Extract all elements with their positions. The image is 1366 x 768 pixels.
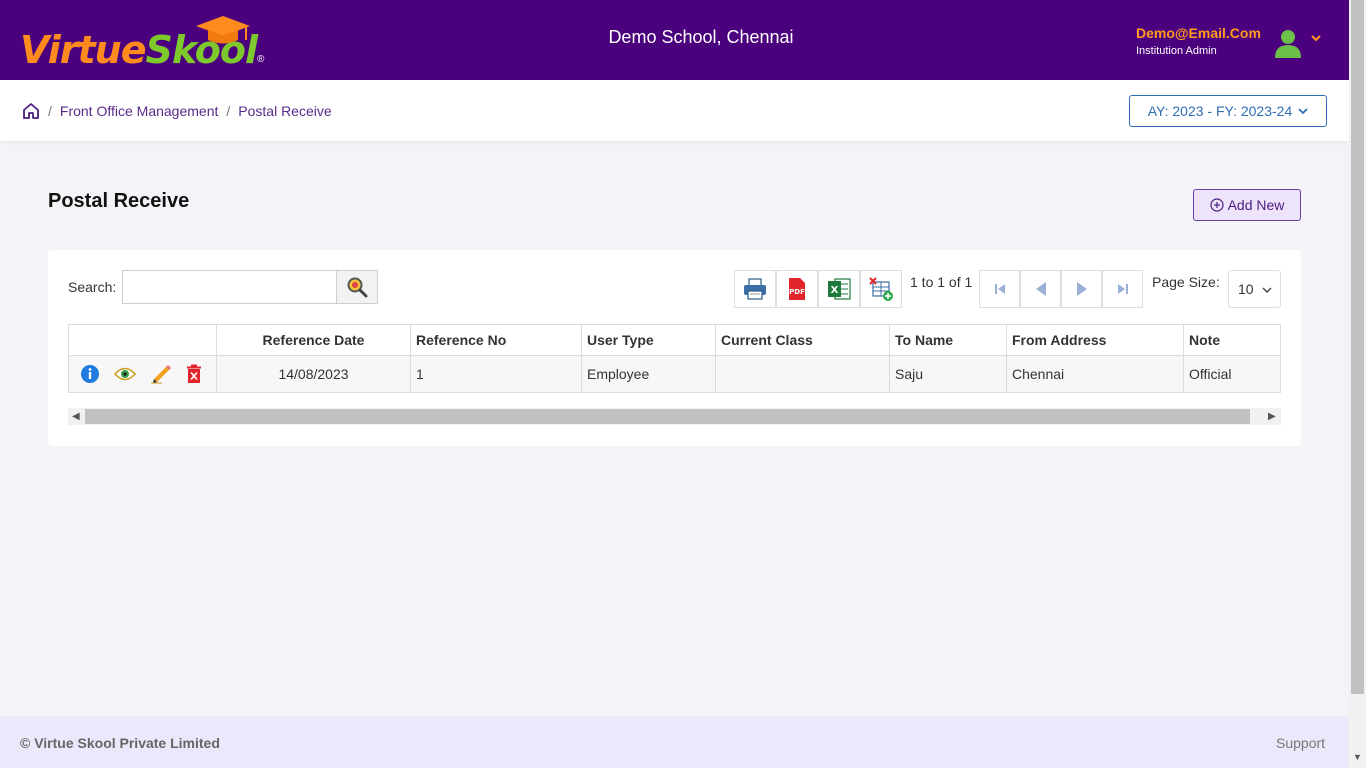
chevron-down-icon <box>1262 287 1272 293</box>
page-title: Postal Receive <box>48 190 190 212</box>
cell-to-name: Saju <box>889 355 1007 393</box>
user-role: Institution Admin <box>1136 45 1217 57</box>
last-page-icon <box>1117 284 1128 294</box>
pager-summary: 1 to 1 of 1 <box>910 274 973 290</box>
academic-year-value: AY: 2023 - FY: 2023-24 <box>1147 103 1293 119</box>
next-page-icon <box>1076 282 1087 296</box>
chevron-down-icon <box>1298 108 1308 115</box>
breadcrumb-front-office[interactable]: Front Office Management <box>60 103 218 119</box>
school-name: Demo School, Chennai <box>608 27 794 47</box>
view-icon[interactable] <box>114 366 136 382</box>
search-input[interactable] <box>122 270 337 304</box>
breadcrumb: / Front Office Management / Postal Recei… <box>48 103 332 119</box>
page-scrollbar-thumb[interactable] <box>1351 0 1364 694</box>
support-link[interactable]: Support <box>1276 735 1325 751</box>
add-new-button[interactable]: Add New <box>1193 189 1301 221</box>
row-actions-cell <box>68 355 217 393</box>
cell-note: Official <box>1183 355 1281 393</box>
breadcrumb-separator: / <box>48 103 52 119</box>
pdf-button[interactable]: PDF <box>776 270 818 308</box>
print-icon <box>744 278 766 300</box>
plus-circle-icon <box>1209 198 1224 212</box>
column-header-to-name[interactable]: To Name <box>889 324 1007 356</box>
excel-button[interactable]: X <box>818 270 860 308</box>
export-table-button[interactable] <box>860 270 902 308</box>
logo[interactable]: VirtueSkool ® <box>20 14 270 72</box>
table-header-row: Reference Date Reference No User Type Cu… <box>68 324 1281 356</box>
previous-page-button[interactable] <box>1020 270 1061 308</box>
print-button[interactable] <box>734 270 776 308</box>
add-new-label: Add New <box>1227 197 1285 213</box>
cell-from-address: Chennai <box>1006 355 1184 393</box>
user-avatar-icon[interactable] <box>1274 28 1302 58</box>
scroll-right-icon[interactable]: ▶ <box>1268 411 1276 422</box>
scrollbar-thumb[interactable] <box>85 409 1250 424</box>
column-header-from-address[interactable]: From Address <box>1006 324 1184 356</box>
first-page-button[interactable] <box>979 270 1020 308</box>
copyright-text: © Virtue Skool Private Limited <box>20 735 220 751</box>
chevron-down-icon[interactable] <box>1309 32 1323 44</box>
page-size-value: 10 <box>1238 281 1254 297</box>
search-icon <box>347 277 368 298</box>
grid-card: Search: PDF X 1 to 1 of 1 Page Size: 10 … <box>48 250 1301 446</box>
table-horizontal-scrollbar[interactable]: ◀ ▶ <box>68 408 1281 425</box>
search-label: Search: <box>68 279 117 295</box>
page-vertical-scrollbar[interactable]: ▼ <box>1349 0 1366 768</box>
cell-current-class <box>715 355 890 393</box>
next-page-button[interactable] <box>1061 270 1102 308</box>
cell-reference-no: 1 <box>410 355 582 393</box>
page-size-label: Page Size: <box>1152 274 1220 290</box>
breadcrumb-postal-receive[interactable]: Postal Receive <box>238 103 331 119</box>
user-email[interactable]: Demo@Email.Com <box>1136 25 1261 41</box>
column-header-reference-no[interactable]: Reference No <box>410 324 582 356</box>
postal-receive-table: Reference Date Reference No User Type Cu… <box>68 324 1281 393</box>
scroll-left-icon[interactable]: ◀ <box>72 411 80 422</box>
last-page-button[interactable] <box>1102 270 1143 308</box>
cell-user-type: Employee <box>581 355 716 393</box>
column-header-note[interactable]: Note <box>1183 324 1281 356</box>
academic-year-select[interactable]: AY: 2023 - FY: 2023-24 <box>1129 95 1327 127</box>
edit-icon[interactable] <box>150 364 172 384</box>
export-table-icon <box>869 277 893 301</box>
info-icon[interactable] <box>80 364 100 384</box>
page-size-select[interactable]: 10 <box>1228 270 1281 308</box>
column-header-actions <box>68 324 217 356</box>
search-button[interactable] <box>336 270 378 304</box>
column-header-reference-date[interactable]: Reference Date <box>216 324 411 356</box>
previous-page-icon <box>1035 282 1046 296</box>
table-row: 14/08/2023 1 Employee Saju Chennai Offic… <box>68 355 1281 393</box>
registered-mark: ® <box>257 54 265 65</box>
cell-reference-date: 14/08/2023 <box>216 355 411 393</box>
delete-icon[interactable] <box>186 364 202 384</box>
first-page-icon <box>994 284 1005 294</box>
graduation-cap-icon <box>196 16 250 44</box>
pdf-icon: PDF <box>789 278 805 300</box>
column-header-user-type[interactable]: User Type <box>581 324 716 356</box>
excel-icon: X <box>828 278 851 300</box>
column-header-current-class[interactable]: Current Class <box>715 324 890 356</box>
scroll-down-icon[interactable]: ▼ <box>1353 752 1362 762</box>
footer: © Virtue Skool Private Limited Support <box>0 716 1349 768</box>
breadcrumb-bar: / Front Office Management / Postal Recei… <box>0 80 1349 141</box>
home-icon[interactable] <box>22 102 40 120</box>
svg-text:X: X <box>831 285 839 296</box>
svg-text:PDF: PDF <box>789 288 805 296</box>
breadcrumb-separator: / <box>226 103 231 119</box>
app-header: VirtueSkool ® Demo School, Chennai Demo@… <box>0 0 1349 80</box>
